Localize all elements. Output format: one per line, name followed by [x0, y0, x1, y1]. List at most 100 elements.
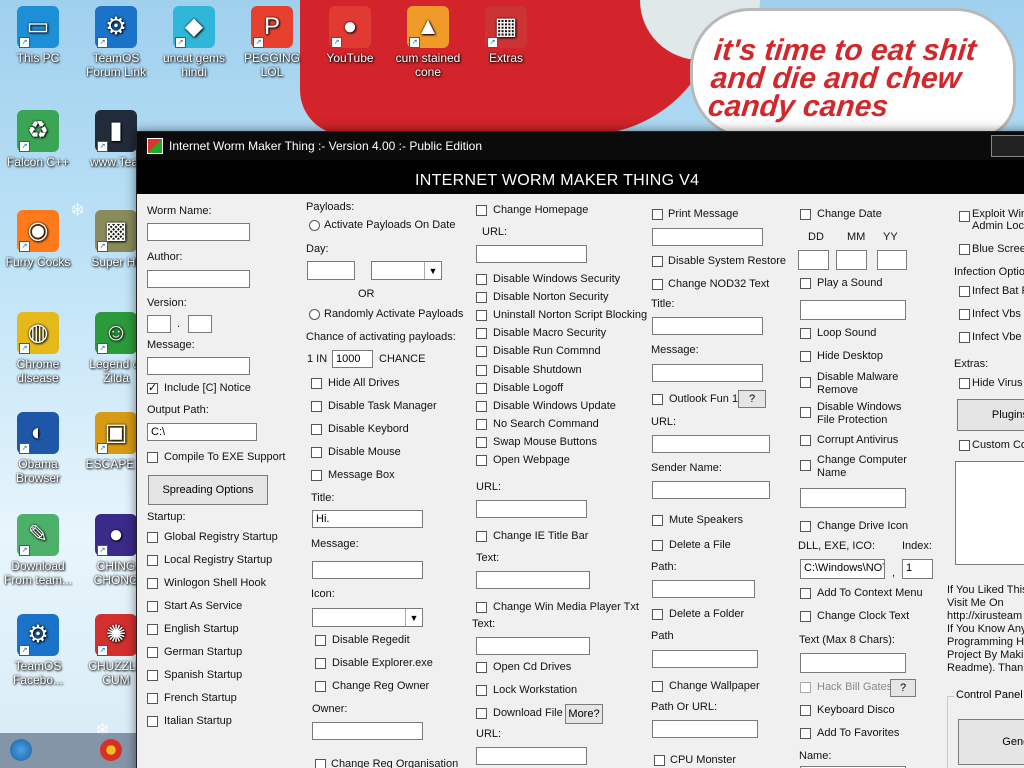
- security-option-checkbox[interactable]: [476, 328, 487, 340]
- open-cd-checkbox[interactable]: [476, 662, 487, 673]
- payload-option-checkbox[interactable]: [311, 470, 322, 481]
- nod32-title-input[interactable]: [652, 317, 763, 335]
- add-favorites-checkbox[interactable]: [800, 728, 811, 739]
- infect-vbe-checkbox[interactable]: [959, 332, 970, 343]
- change-ie-title-checkbox[interactable]: [476, 531, 487, 542]
- security-option-checkbox[interactable]: [476, 382, 487, 394]
- hide-virus-checkbox[interactable]: [959, 378, 970, 389]
- desktop-icon[interactable]: ◉ ↗ Furry Cocks: [0, 210, 76, 269]
- start-button-icon[interactable]: [10, 739, 32, 761]
- mute-speakers-checkbox[interactable]: [652, 515, 663, 526]
- download-file-checkbox[interactable]: [476, 708, 487, 719]
- delete-file-checkbox[interactable]: [652, 540, 663, 551]
- startup-option-checkbox[interactable]: [147, 716, 158, 727]
- lock-workstation-checkbox[interactable]: [476, 685, 487, 696]
- output-path-input[interactable]: C:\: [147, 423, 257, 441]
- icon-dropdown[interactable]: ▼: [312, 608, 423, 627]
- date-mm-input[interactable]: [836, 250, 867, 270]
- activate-on-date-radio[interactable]: [309, 220, 320, 231]
- change-wallpaper-checkbox[interactable]: [652, 681, 663, 692]
- spreading-options-button[interactable]: Spreading Options: [148, 475, 268, 505]
- sender-name-input[interactable]: [652, 481, 770, 499]
- startup-option-checkbox[interactable]: [147, 693, 158, 704]
- corrupt-antivirus-checkbox[interactable]: [800, 435, 811, 446]
- print-message-input[interactable]: [652, 228, 763, 246]
- owner-input[interactable]: [312, 722, 423, 740]
- payload-option-checkbox[interactable]: [311, 378, 322, 389]
- security-option-checkbox[interactable]: [476, 364, 487, 376]
- icon-index-input[interactable]: 1: [902, 559, 933, 579]
- desktop-icon[interactable]: ▭ ↗ This PC: [0, 6, 76, 65]
- wmp-text-input[interactable]: [476, 637, 590, 655]
- loop-sound-checkbox[interactable]: [800, 328, 811, 339]
- more-button[interactable]: More?: [565, 704, 603, 724]
- wallpaper-path-input[interactable]: [652, 720, 758, 738]
- custom-code-textarea[interactable]: [955, 461, 1024, 565]
- play-sound-checkbox[interactable]: [800, 278, 811, 289]
- version-major-input[interactable]: [147, 315, 171, 333]
- desktop-icon[interactable]: ⚙ ↗ TeamOS Forum Link: [78, 6, 154, 79]
- desktop-icon[interactable]: ● ↗ YouTube: [312, 6, 388, 65]
- security-option-checkbox[interactable]: [476, 418, 487, 430]
- computer-name-input[interactable]: [800, 488, 906, 508]
- hack-bill-checkbox[interactable]: [800, 682, 811, 693]
- nod32-message-input[interactable]: [652, 364, 763, 382]
- author-input[interactable]: [147, 270, 250, 288]
- change-reg-org-checkbox[interactable]: [315, 759, 326, 768]
- chance-input[interactable]: 1000: [332, 350, 373, 368]
- desktop-icon[interactable]: ▲ ↗ cum stained cone: [390, 6, 466, 79]
- startup-option-checkbox[interactable]: [147, 532, 158, 543]
- security-option-checkbox[interactable]: [476, 346, 487, 358]
- webpage-url-input[interactable]: [476, 500, 587, 518]
- change-nod32-checkbox[interactable]: [652, 279, 663, 290]
- worm-name-input[interactable]: [147, 223, 250, 241]
- change-homepage-checkbox[interactable]: [476, 205, 487, 216]
- startup-option-checkbox[interactable]: [147, 647, 158, 658]
- version-minor-input[interactable]: [188, 315, 212, 333]
- change-computer-name-checkbox[interactable]: [800, 460, 811, 471]
- infect-vbs-checkbox[interactable]: [959, 309, 970, 320]
- custom-code-checkbox[interactable]: [959, 440, 970, 451]
- close-button[interactable]: [991, 135, 1024, 157]
- infect-bat-checkbox[interactable]: [959, 286, 970, 297]
- registry-option-checkbox[interactable]: [315, 681, 326, 692]
- sound-path-input[interactable]: [800, 300, 906, 320]
- title-bar[interactable]: Internet Worm Maker Thing :- Version 4.0…: [137, 132, 1024, 160]
- delete-folder-path-input[interactable]: [652, 650, 758, 668]
- blue-screen-checkbox[interactable]: [959, 244, 970, 255]
- security-option-checkbox[interactable]: [476, 400, 487, 412]
- dll-path-input[interactable]: C:\Windows\NOT: [800, 559, 885, 579]
- keyboard-disco-checkbox[interactable]: [800, 705, 811, 716]
- hide-desktop-checkbox[interactable]: [800, 351, 811, 362]
- payload-option-checkbox[interactable]: [311, 424, 322, 435]
- desktop-icon[interactable]: ⚙ ↗ TeamOS Facebo...: [0, 614, 76, 687]
- add-context-menu-checkbox[interactable]: [800, 588, 811, 599]
- startup-option-checkbox[interactable]: [147, 624, 158, 635]
- outlook-url-input[interactable]: [652, 435, 770, 453]
- date-yy-input[interactable]: [877, 250, 907, 270]
- desktop-icon[interactable]: ◐ ↗ Obama Browser: [0, 412, 76, 485]
- clock-text-input[interactable]: [800, 653, 906, 673]
- change-clock-checkbox[interactable]: [800, 611, 811, 622]
- desktop-icon[interactable]: ◍ ↗ Chrome disease: [0, 312, 76, 385]
- msgbox-message-input[interactable]: [312, 561, 423, 579]
- desktop-icon[interactable]: ✎ ↗ Download From team...: [0, 514, 76, 587]
- change-wmp-checkbox[interactable]: [476, 602, 487, 613]
- hack-bill-help-button[interactable]: ?: [890, 679, 916, 697]
- outlook-help-button[interactable]: ?: [738, 390, 766, 408]
- security-option-checkbox[interactable]: [476, 455, 487, 466]
- download-url-input[interactable]: [476, 747, 587, 765]
- desktop-icon[interactable]: ▦ ↗ Extras: [468, 6, 544, 65]
- payload-option-checkbox[interactable]: [311, 447, 322, 458]
- registry-option-checkbox[interactable]: [315, 658, 326, 669]
- desktop-icon[interactable]: ♻ ↗ Falcon C++: [0, 110, 76, 169]
- month-dropdown[interactable]: ▼: [371, 261, 442, 280]
- payload-option-checkbox[interactable]: [311, 401, 322, 412]
- startup-option-checkbox[interactable]: [147, 601, 158, 612]
- security-option-checkbox[interactable]: [476, 292, 487, 304]
- message-input[interactable]: [147, 357, 250, 375]
- print-message-checkbox[interactable]: [652, 209, 663, 220]
- msgbox-title-input[interactable]: Hi.: [312, 510, 423, 528]
- change-date-checkbox[interactable]: [800, 209, 811, 220]
- startup-option-checkbox[interactable]: [147, 555, 158, 566]
